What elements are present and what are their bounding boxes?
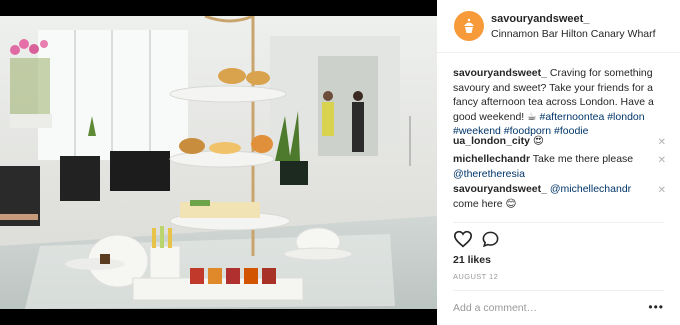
comment: savouryandsweet_ @michellechandr come he…: [453, 182, 653, 211]
heart-icon[interactable]: [453, 230, 473, 248]
comment-text: Take me there please: [530, 153, 634, 165]
comment-username[interactable]: michellechandr: [453, 153, 530, 165]
comment-mention[interactable]: @theretheresia: [453, 168, 525, 180]
post-header: savouryandsweet_ Cinnamon Bar Hilton Can…: [437, 0, 680, 53]
divider: [453, 290, 664, 291]
comment-username[interactable]: savouryandsweet_: [453, 183, 547, 195]
divider: [453, 222, 664, 223]
post-location[interactable]: Cinnamon Bar Hilton Canary Wharf: [491, 28, 656, 40]
post-username[interactable]: savouryandsweet_: [491, 13, 589, 25]
afternoon-tea-photo: [0, 16, 437, 309]
comment-text: 😍: [530, 135, 544, 147]
close-icon[interactable]: ✕: [658, 138, 666, 148]
add-comment-input[interactable]: Add a comment…: [453, 302, 537, 314]
post-photo-panel: [0, 0, 437, 325]
comment-mention[interactable]: @michellechandr: [547, 183, 631, 195]
more-options-button[interactable]: •••: [648, 300, 664, 314]
comment: michellechandr Take me there please @the…: [453, 152, 653, 181]
caption: savouryandsweet_ Craving for something s…: [453, 66, 667, 139]
comment-text: come here 😊: [453, 197, 517, 210]
likes-count[interactable]: 21 likes: [453, 254, 491, 266]
post-date[interactable]: AUGUST 12: [453, 272, 498, 281]
post-sidebar: savouryandsweet_ Cinnamon Bar Hilton Can…: [437, 0, 680, 325]
close-icon[interactable]: ✕: [658, 186, 666, 196]
speech-bubble-icon[interactable]: [481, 230, 500, 249]
avatar[interactable]: [454, 11, 484, 41]
cupcake-logo-icon: [464, 18, 474, 33]
close-icon[interactable]: ✕: [658, 156, 666, 166]
post-photo[interactable]: [0, 16, 437, 309]
comment: ua_london_city 😍: [453, 134, 653, 149]
hashtag[interactable]: #london: [607, 111, 644, 123]
comment-username[interactable]: ua_london_city: [453, 135, 530, 147]
caption-username[interactable]: savouryandsweet_: [453, 67, 547, 79]
hashtag[interactable]: #afternoontea: [539, 111, 604, 123]
